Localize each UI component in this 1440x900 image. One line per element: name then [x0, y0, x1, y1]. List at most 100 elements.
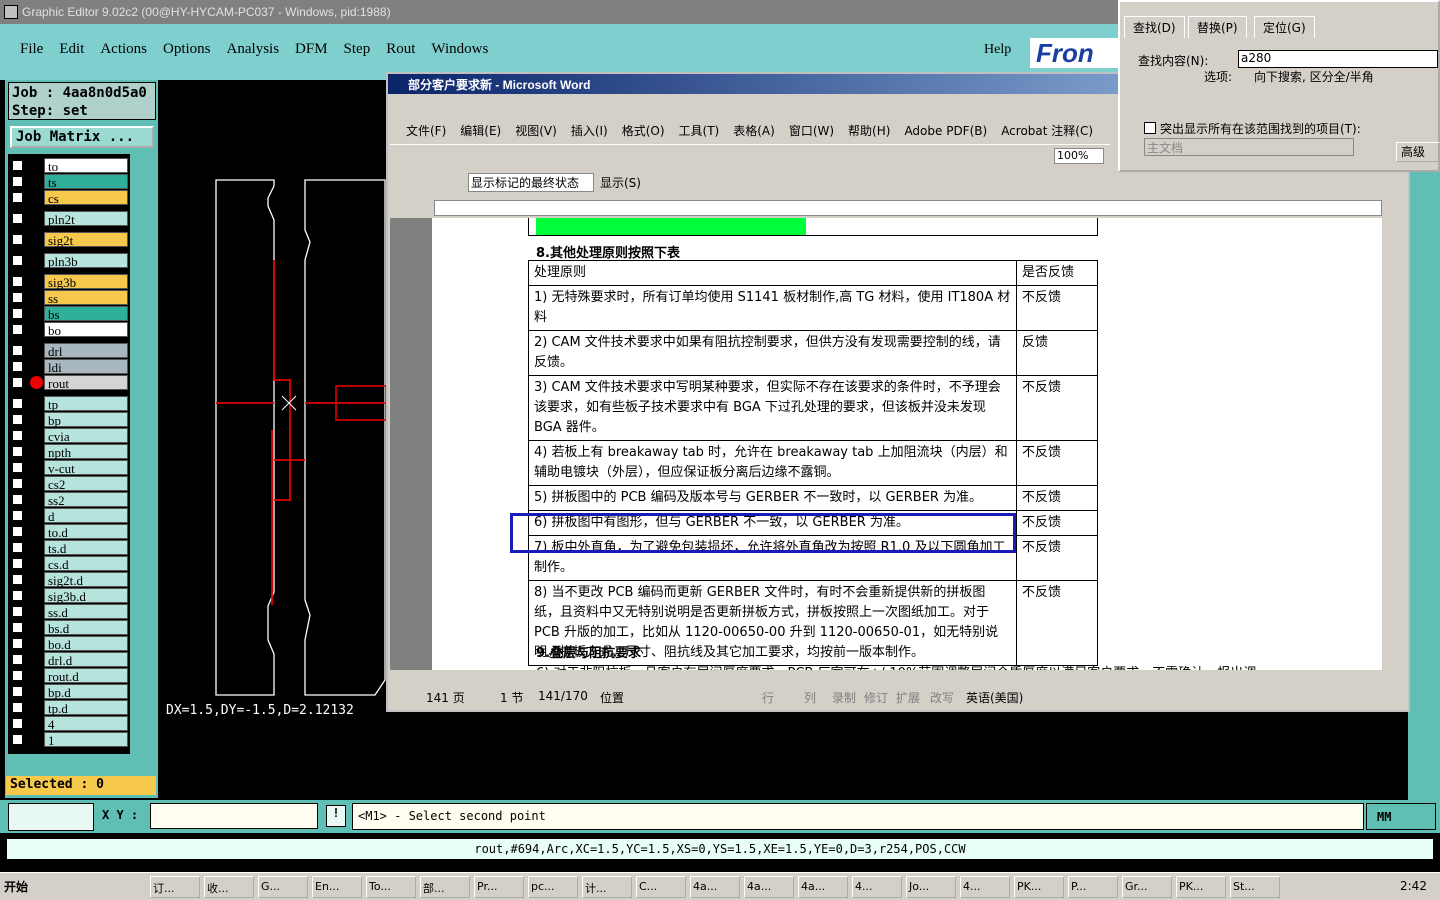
- layer-name[interactable]: rout: [44, 375, 128, 391]
- menu-options[interactable]: Options: [163, 41, 211, 57]
- layer-name[interactable]: bo.d: [44, 636, 128, 652]
- layer-checkbox[interactable]: [12, 430, 23, 441]
- task-button[interactable]: 计...: [582, 876, 632, 898]
- task-button[interactable]: Gr...: [1122, 876, 1172, 898]
- layer-row[interactable]: ss.d: [8, 604, 130, 620]
- layer-checkbox[interactable]: [12, 654, 23, 665]
- layer-row[interactable]: tp: [8, 396, 130, 412]
- layer-checkbox[interactable]: [12, 718, 23, 729]
- find-input[interactable]: a280: [1238, 50, 1438, 68]
- layer-row[interactable]: cvia: [8, 428, 130, 444]
- markup-select[interactable]: 显示标记的最终状态: [468, 173, 594, 192]
- highlight-checkbox[interactable]: [1144, 122, 1156, 134]
- help-button[interactable]: Help: [984, 42, 1011, 58]
- layer-checkbox[interactable]: [12, 213, 23, 224]
- layer-row[interactable]: d: [8, 508, 130, 524]
- layer-checkbox[interactable]: [12, 574, 23, 585]
- layer-name[interactable]: 4: [44, 716, 128, 732]
- task-button[interactable]: G...: [258, 876, 308, 898]
- word-menu-item[interactable]: 插入(I): [571, 124, 608, 138]
- start-button[interactable]: 开始: [4, 878, 28, 895]
- layer-name[interactable]: ts: [44, 174, 128, 190]
- layer-checkbox[interactable]: [12, 734, 23, 745]
- layer-checkbox[interactable]: [12, 478, 23, 489]
- zoom-select[interactable]: 100%: [1054, 148, 1104, 164]
- layer-name[interactable]: drl: [44, 343, 128, 359]
- layer-checkbox[interactable]: [12, 638, 23, 649]
- layer-checkbox[interactable]: [12, 494, 23, 505]
- layer-name[interactable]: ss.d: [44, 604, 128, 620]
- layer-row[interactable]: drl: [8, 343, 130, 359]
- layer-row[interactable]: bs.d: [8, 620, 130, 636]
- layer-checkbox[interactable]: [12, 361, 23, 372]
- layer-row[interactable]: cs: [8, 190, 130, 206]
- layer-name[interactable]: ldi: [44, 359, 128, 375]
- layer-name[interactable]: sig3b: [44, 274, 128, 290]
- layer-name[interactable]: v-cut: [44, 460, 128, 476]
- tab-goto[interactable]: 定位(G): [1254, 16, 1315, 38]
- layer-row[interactable]: bp: [8, 412, 130, 428]
- layer-row[interactable]: ts.d: [8, 540, 130, 556]
- layer-row[interactable]: to.d: [8, 524, 130, 540]
- layer-name[interactable]: cs2: [44, 476, 128, 492]
- graphic-canvas[interactable]: [160, 80, 388, 720]
- menu-windows[interactable]: Windows: [431, 41, 488, 57]
- layer-row[interactable]: sig3b: [8, 274, 130, 290]
- layer-checkbox[interactable]: [12, 686, 23, 697]
- task-button[interactable]: St...: [1230, 876, 1280, 898]
- layer-checkbox[interactable]: [12, 670, 23, 681]
- layer-checkbox[interactable]: [12, 590, 23, 601]
- task-button[interactable]: pc...: [528, 876, 578, 898]
- layer-name[interactable]: d: [44, 508, 128, 524]
- layer-checkbox[interactable]: [12, 345, 23, 356]
- task-button[interactable]: C...: [636, 876, 686, 898]
- task-button[interactable]: 4...: [852, 876, 902, 898]
- layer-row[interactable]: ss: [8, 290, 130, 306]
- layer-row[interactable]: v-cut: [8, 460, 130, 476]
- layer-row[interactable]: ts: [8, 174, 130, 190]
- task-button[interactable]: To...: [366, 876, 416, 898]
- layer-row[interactable]: drl.d: [8, 652, 130, 668]
- layer-checkbox[interactable]: [12, 622, 23, 633]
- layer-name[interactable]: cvia: [44, 428, 128, 444]
- units-select[interactable]: MM: [1366, 803, 1436, 830]
- task-button[interactable]: Pr...: [474, 876, 524, 898]
- menu-actions[interactable]: Actions: [100, 41, 147, 57]
- layer-row[interactable]: pln3b: [8, 253, 130, 269]
- layer-row[interactable]: rout: [8, 375, 130, 391]
- layer-name[interactable]: 1: [44, 732, 128, 748]
- layer-name[interactable]: pln3b: [44, 253, 128, 269]
- layer-name[interactable]: sig2t: [44, 232, 128, 248]
- task-button[interactable]: 收...: [204, 876, 254, 898]
- layer-checkbox[interactable]: [12, 176, 23, 187]
- task-button[interactable]: 4...: [960, 876, 1010, 898]
- menu-rout[interactable]: Rout: [386, 41, 415, 57]
- layer-name[interactable]: drl.d: [44, 652, 128, 668]
- layer-row[interactable]: tp.d: [8, 700, 130, 716]
- standard-toolbar[interactable]: 100%: [390, 144, 1110, 166]
- word-menu-item[interactable]: Acrobat 注释(C): [1001, 124, 1093, 138]
- layer-name[interactable]: to: [44, 158, 128, 174]
- layer-checkbox[interactable]: [12, 377, 23, 388]
- tab-replace[interactable]: 替换(P): [1188, 16, 1247, 38]
- menu-analysis[interactable]: Analysis: [227, 41, 280, 57]
- word-menu-item[interactable]: 格式(O): [622, 124, 665, 138]
- layer-checkbox[interactable]: [12, 606, 23, 617]
- task-button[interactable]: 部...: [420, 876, 470, 898]
- layer-checkbox[interactable]: [12, 414, 23, 425]
- word-menu-item[interactable]: 表格(A): [733, 124, 775, 138]
- task-button[interactable]: PK...: [1014, 876, 1064, 898]
- menu-file[interactable]: File: [20, 41, 43, 57]
- layer-name[interactable]: cs: [44, 190, 128, 206]
- layer-name[interactable]: cs.d: [44, 556, 128, 572]
- task-button[interactable]: 4a...: [744, 876, 794, 898]
- word-menu-item[interactable]: 帮助(H): [848, 124, 890, 138]
- task-button[interactable]: En...: [312, 876, 362, 898]
- layer-row[interactable]: bo: [8, 322, 130, 338]
- advanced-button[interactable]: 高级: [1396, 142, 1440, 162]
- tab-find[interactable]: 查找(D): [1124, 16, 1185, 38]
- layer-row[interactable]: bs: [8, 306, 130, 322]
- word-menu-item[interactable]: 编辑(E): [460, 124, 501, 138]
- layer-row[interactable]: sig2t.d: [8, 572, 130, 588]
- layer-name[interactable]: tp.d: [44, 700, 128, 716]
